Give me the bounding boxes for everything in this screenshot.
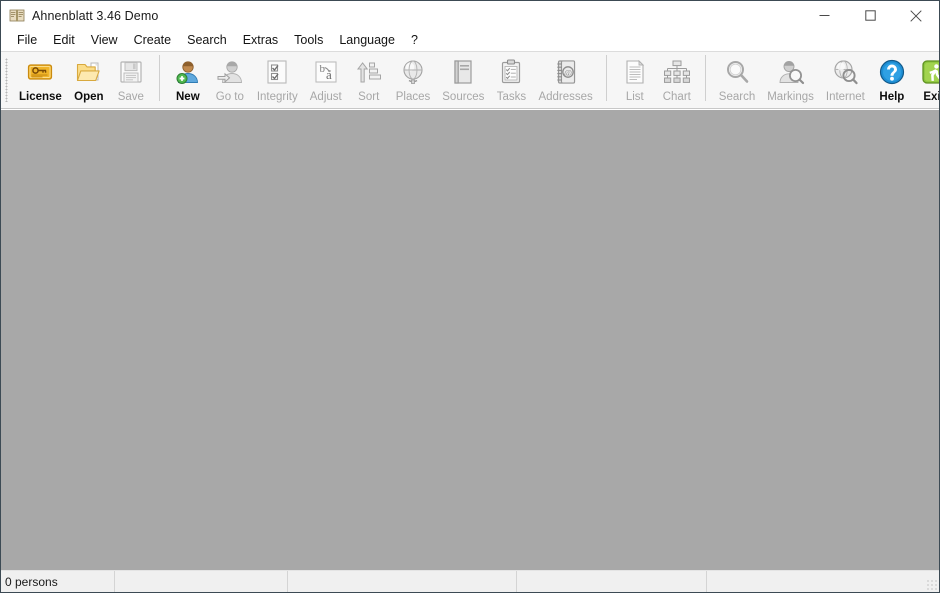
toolbar-button-sort: Sort [349,52,389,106]
toolbar-label-open: Open [74,91,104,103]
svg-text:b: b [319,63,325,75]
menu-bar: File Edit View Create Search Extras Tool… [1,30,939,51]
svg-text:@: @ [564,67,572,77]
title-bar[interactable]: Ahnenblatt 3.46 Demo [1,1,939,30]
status-panel-5 [707,571,939,592]
toolbar-label-sources: Sources [442,91,485,103]
status-panel-persons: 0 persons [1,571,115,592]
list-document-icon [620,57,650,87]
sort-arrow-icon [354,57,384,87]
window-controls [801,1,939,30]
toolbar-label-save: Save [117,91,144,103]
toolbar-button-save: Save [111,52,151,106]
toolbar-button-open[interactable]: Open [69,52,109,106]
toolbar-label-chart: Chart [662,91,691,103]
license-card-icon [25,57,55,87]
adjust-text-icon: b a [311,57,341,87]
toolbar-separator [704,55,706,101]
window-title: Ahnenblatt 3.46 Demo [32,8,159,23]
integrity-checklist-icon [262,57,292,87]
help-question-icon [877,57,907,87]
minimize-icon[interactable] [801,1,847,30]
open-folder-icon [74,57,104,87]
toolbar-button-license[interactable]: License [14,52,67,106]
close-icon[interactable] [893,1,939,30]
markings-person-search-icon [776,57,806,87]
toolbar-button-help[interactable]: Help [872,52,912,106]
ahnenblatt-book-icon [9,8,25,24]
internet-globe-search-icon [830,57,860,87]
toolbar-label-tasks: Tasks [496,91,527,103]
menu-item-language[interactable]: Language [331,31,403,50]
toolbar-label-addresses: Addresses [538,91,593,103]
toolbar-label-adjust: Adjust [309,91,342,103]
toolbar-button-goto: Go to [210,52,250,106]
menu-item-help[interactable]: ? [403,31,426,50]
toolbar-button-places: Places [391,52,436,106]
toolbar-label-list: List [625,91,644,103]
toolbar-button-tasks: Tasks [491,52,531,106]
status-bar: 0 persons [1,570,939,592]
toolbar-label-sort: Sort [358,91,380,103]
toolbar-label-search: Search [718,91,756,103]
tasks-clipboard-icon [496,57,526,87]
toolbar-button-search: Search [714,52,760,106]
menu-item-extras[interactable]: Extras [235,31,286,50]
main-content-area [1,109,939,570]
toolbar-button-adjust: b a Adjust [305,52,347,106]
toolbar-button-addresses: @ Addresses [533,52,597,106]
toolbar-button-internet: Internet [821,52,870,106]
toolbar-button-exit[interactable]: Exit [914,52,939,106]
toolbar-label-exit: Exit [923,91,939,103]
menu-item-file[interactable]: File [9,31,45,50]
status-panel-3 [288,571,517,592]
toolbar-button-new[interactable]: New [168,52,208,106]
search-magnifier-icon [722,57,752,87]
toolbar-button-sources: Sources [437,52,489,106]
toolbar-separator [605,55,607,101]
toolbar-label-internet: Internet [825,91,865,103]
exit-runner-icon [919,57,939,87]
status-panel-2 [115,571,288,592]
maximize-icon[interactable] [847,1,893,30]
menu-item-create[interactable]: Create [126,31,180,50]
menu-item-view[interactable]: View [83,31,126,50]
toolbar-button-chart: Chart [657,52,697,106]
toolbar-label-help: Help [879,91,905,103]
new-person-icon [173,57,203,87]
toolbar-label-places: Places [395,91,431,103]
toolbar: License Open Save New Go to Integrity b … [1,51,939,109]
toolbar-label-license: License [19,91,62,103]
menu-item-edit[interactable]: Edit [45,31,83,50]
menu-item-search[interactable]: Search [179,31,235,50]
toolbar-label-integrity: Integrity [256,91,298,103]
menu-item-tools[interactable]: Tools [286,31,331,50]
save-floppy-icon [116,57,146,87]
application-window: Ahnenblatt 3.46 Demo File Edit View Crea… [0,0,940,593]
sources-book-icon [448,57,478,87]
addresses-book-icon: @ [551,57,581,87]
toolbar-label-markings: Markings [767,91,814,103]
toolbar-label-goto: Go to [215,91,244,103]
goto-person-icon [215,57,245,87]
places-globe-icon [398,57,428,87]
toolbar-button-integrity: Integrity [252,52,303,106]
toolbar-button-list: List [615,52,655,106]
toolbar-button-markings: Markings [762,52,819,106]
status-panel-4 [517,571,707,592]
resize-grip[interactable] [925,578,937,590]
chart-tree-icon [662,57,692,87]
toolbar-separator [158,55,160,101]
toolbar-label-new: New [176,91,200,103]
